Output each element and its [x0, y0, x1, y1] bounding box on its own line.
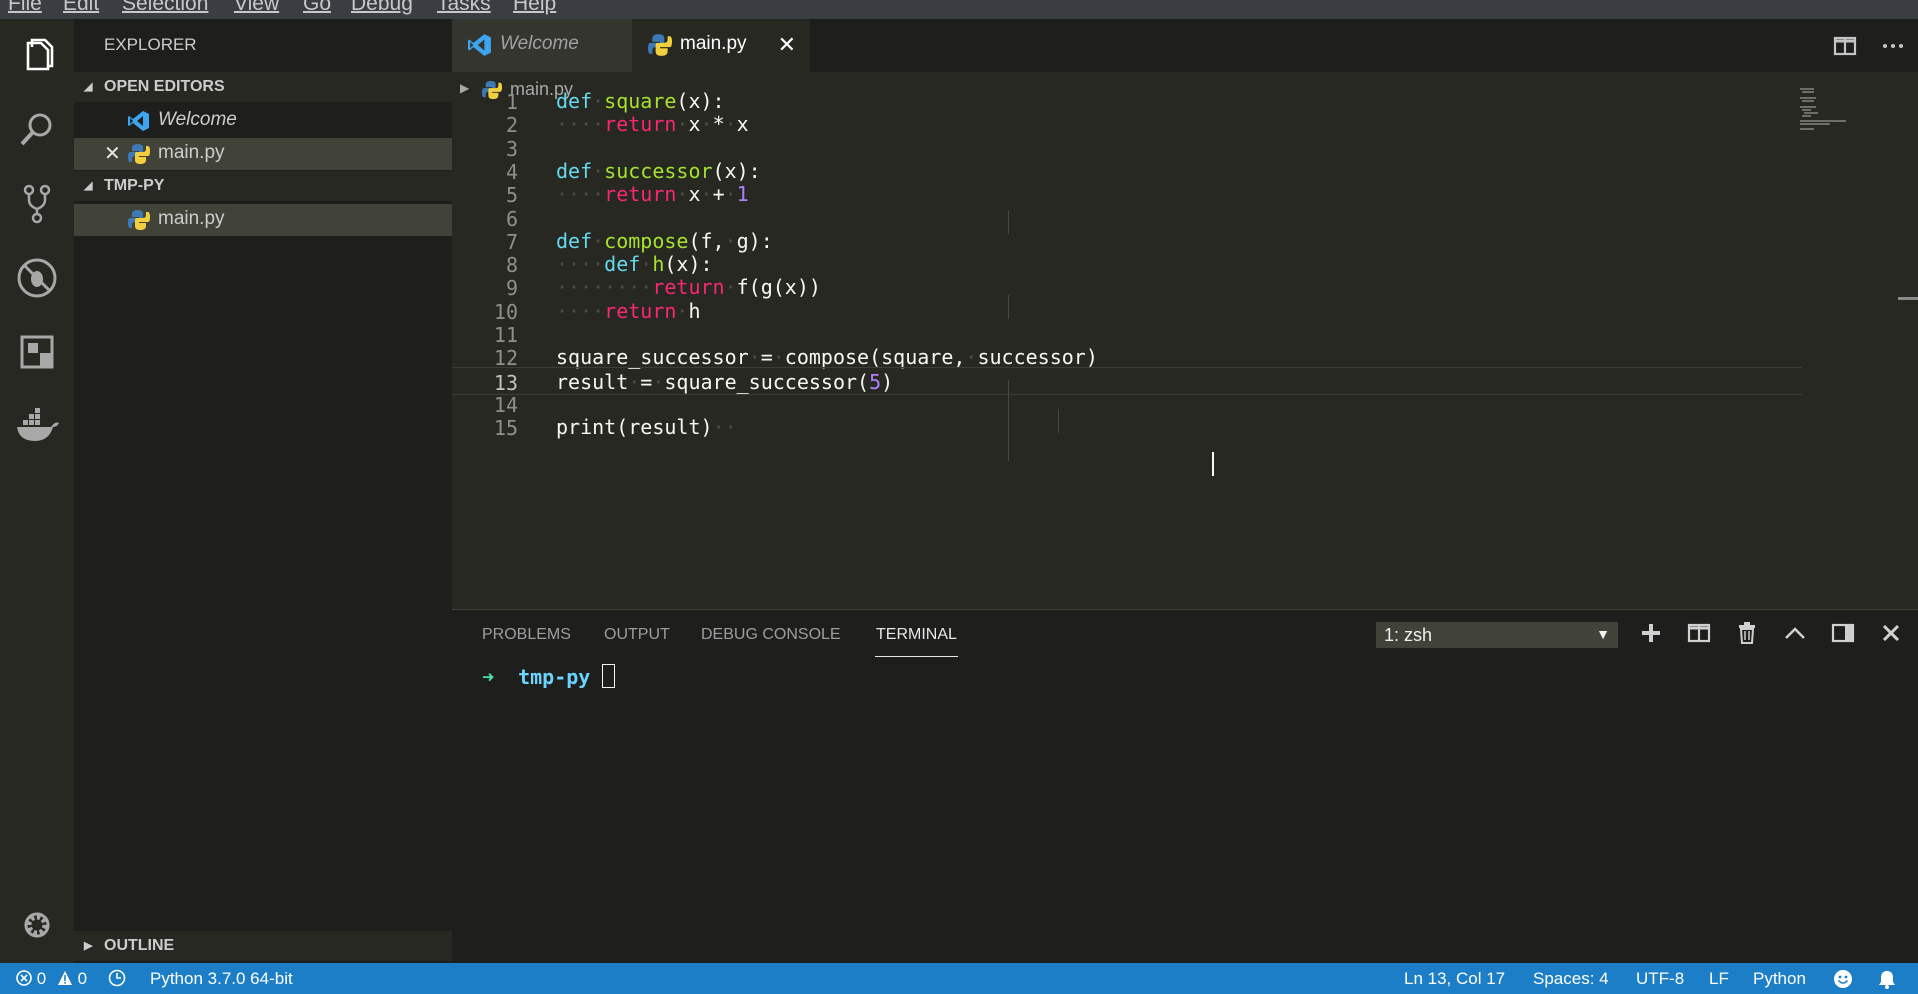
vscode-icon [468, 33, 492, 57]
code-text: print(result)·· [556, 415, 737, 440]
close-icon[interactable]: ✕ [778, 32, 796, 58]
trash-icon[interactable] [1732, 620, 1762, 650]
notifications-bell-icon[interactable] [1877, 969, 1897, 991]
tab-label: main.py [680, 33, 747, 54]
feedback-smiley-icon[interactable] [1833, 969, 1853, 991]
active-tab-indicator [875, 656, 958, 657]
explorer-sidebar: EXPLORER ◢ OPEN EDITORS Welcome ✕ main.p… [74, 19, 452, 963]
extensions-icon[interactable] [14, 329, 60, 375]
file-label: main.py [158, 208, 225, 229]
menu-edit[interactable]: Edit [63, 0, 99, 16]
bottom-panel: PROBLEMS OUTPUT DEBUG CONSOLE TERMINAL 1… [452, 609, 1918, 964]
error-count: 0 [36, 969, 47, 988]
close-panel-icon[interactable] [1876, 620, 1906, 650]
indentation[interactable]: Spaces: 4 [1533, 969, 1609, 989]
close-icon[interactable]: ✕ [104, 141, 121, 166]
menu-view[interactable]: View [234, 0, 279, 16]
debug-icon[interactable] [14, 255, 60, 301]
status-bar: 0 0 Python 3.7.0 64-bit Ln 13, Col 17 Sp… [0, 963, 1918, 994]
chevron-down-icon: ▼ [1596, 626, 1610, 642]
code-editor[interactable]: ▶ main.py 1 def·square(x): 2 ····return·x·*… [452, 72, 1918, 609]
prompt-directory: tmp-py [518, 665, 591, 689]
terminal-cursor [602, 664, 616, 688]
more-actions-icon[interactable] [1880, 33, 1906, 59]
problems-indicator[interactable]: 0 0 [16, 969, 87, 989]
search-icon[interactable] [14, 107, 60, 153]
maximize-panel-icon[interactable] [1780, 620, 1810, 650]
tab-problems[interactable]: PROBLEMS [482, 626, 571, 644]
file-main-py[interactable]: main.py [74, 204, 452, 236]
cursor-position[interactable]: Ln 13, Col 17 [1404, 969, 1505, 989]
line-number: 15 [493, 416, 518, 441]
tab-output[interactable]: OUTPUT [604, 626, 670, 644]
collapse-triangle-icon: ◢ [84, 81, 93, 93]
expand-triangle-icon: ▶ [84, 940, 93, 952]
split-editor-icon[interactable] [1832, 33, 1858, 59]
tab-terminal[interactable]: TERMINAL [876, 626, 957, 644]
menu-go[interactable]: Go [303, 0, 331, 16]
tab-welcome[interactable]: Welcome [452, 19, 632, 72]
open-editor-welcome[interactable]: Welcome [74, 105, 452, 137]
error-icon [16, 970, 32, 986]
split-terminal-icon[interactable] [1684, 620, 1714, 650]
terminal-select[interactable]: 1: zsh ▼ [1376, 622, 1618, 648]
folder-header-tmp-py[interactable]: ◢ TMP-PY [74, 171, 452, 201]
python-icon [128, 209, 150, 231]
open-editors-label: OPEN EDITORS [104, 78, 225, 95]
warning-icon [57, 971, 72, 985]
tab-label: Welcome [500, 33, 579, 54]
python-icon [128, 143, 150, 165]
tab-debug-console[interactable]: DEBUG CONSOLE [701, 626, 841, 644]
encoding[interactable]: UTF-8 [1636, 969, 1684, 989]
python-interpreter[interactable]: Python 3.7.0 64-bit [150, 969, 293, 989]
gear-icon[interactable] [14, 902, 60, 948]
prompt-arrow: ➜ [482, 665, 495, 689]
editor-tab-bar: Welcome main.py ✕ [452, 19, 1918, 72]
activity-bar [0, 19, 74, 963]
docker-icon[interactable] [14, 403, 60, 449]
menu-debug[interactable]: Debug [351, 0, 413, 16]
outline-label: OUTLINE [104, 937, 175, 954]
history-icon[interactable] [108, 969, 126, 989]
tab-main-py[interactable]: main.py ✕ [632, 19, 810, 72]
minimap[interactable] [1800, 88, 1850, 130]
language-mode[interactable]: Python [1753, 969, 1806, 989]
menu-bar: File Edit Selection View Go Debug Tasks … [0, 0, 1918, 19]
collapse-triangle-icon: ◢ [84, 180, 93, 192]
explorer-title: EXPLORER [104, 35, 197, 54]
terminal-select-value: 1: zsh [1384, 625, 1433, 645]
warning-count: 0 [77, 969, 88, 988]
source-control-icon[interactable] [14, 181, 60, 227]
text-cursor [1212, 452, 1214, 476]
menu-selection[interactable]: Selection [122, 0, 208, 16]
folder-label: TMP-PY [104, 177, 165, 194]
open-editor-label: Welcome [158, 109, 237, 130]
files-icon[interactable] [14, 35, 60, 81]
open-editors-header[interactable]: ◢ OPEN EDITORS [74, 72, 452, 102]
code-line[interactable]: 15 print(result)·· [452, 413, 1802, 441]
scrollbar-marker[interactable] [1898, 297, 1918, 300]
line-ending[interactable]: LF [1709, 969, 1729, 989]
vscode-icon [128, 110, 150, 132]
terminal-prompt[interactable]: ➜ tmp-py [482, 664, 616, 689]
new-terminal-icon[interactable] [1636, 620, 1666, 650]
open-editor-main-py[interactable]: ✕ main.py [74, 138, 452, 170]
open-editor-label: main.py [158, 142, 225, 163]
python-icon [648, 33, 672, 57]
outline-header[interactable]: ▶ OUTLINE [74, 931, 452, 961]
menu-tasks[interactable]: Tasks [437, 0, 491, 16]
menu-help[interactable]: Help [513, 0, 556, 16]
menu-file[interactable]: File [8, 0, 42, 16]
toggle-panel-position-icon[interactable] [1828, 620, 1858, 650]
